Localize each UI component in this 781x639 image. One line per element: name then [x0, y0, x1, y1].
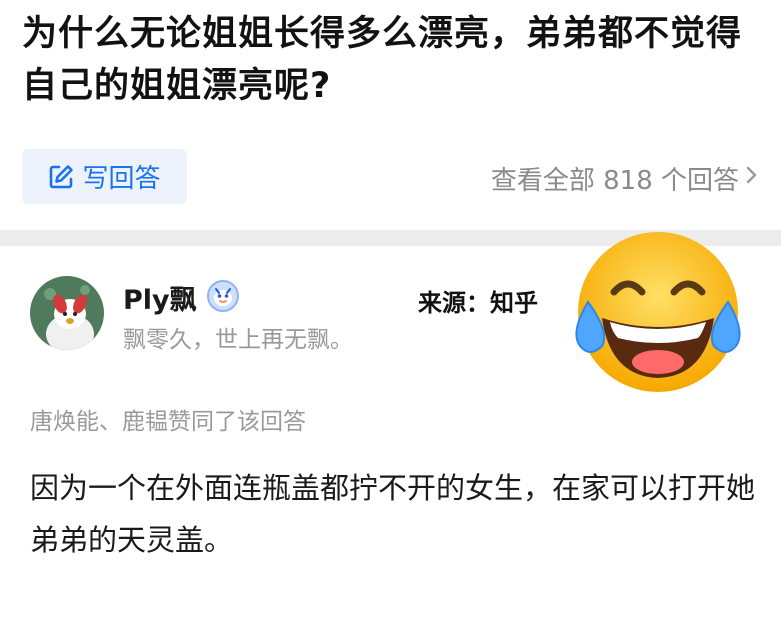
author-name[interactable]: Ply飘	[123, 278, 197, 317]
creator-badge-icon	[206, 279, 240, 313]
chevron-right-icon	[745, 163, 759, 193]
view-all-label: 查看全部 818 个回答	[490, 165, 739, 196]
question-title: 为什么无论姐姐长得多么漂亮，弟弟都不觉得自己的姐姐漂亮呢?	[22, 14, 743, 106]
watermark-logo	[652, 570, 762, 620]
voters-line: 唐焕能、鹿韫赞同了该回答	[30, 409, 306, 435]
edit-icon	[48, 164, 74, 190]
answer-content[interactable]: 因为一个在外面连瓶盖都拧不开的女生，在家可以打开她弟弟的天灵盖。	[30, 462, 760, 566]
write-answer-label: 写回答	[82, 164, 161, 194]
author-bio: 飘零久，世上再无飘。	[123, 327, 353, 353]
write-answer-button[interactable]: 写回答	[22, 149, 187, 204]
laughing-tears-emoji-icon	[566, 222, 746, 402]
author-avatar[interactable]	[30, 276, 104, 350]
view-all-answers-link[interactable]: 查看全部 818 个回答	[491, 158, 759, 198]
source-label: 来源：知乎	[418, 289, 538, 317]
